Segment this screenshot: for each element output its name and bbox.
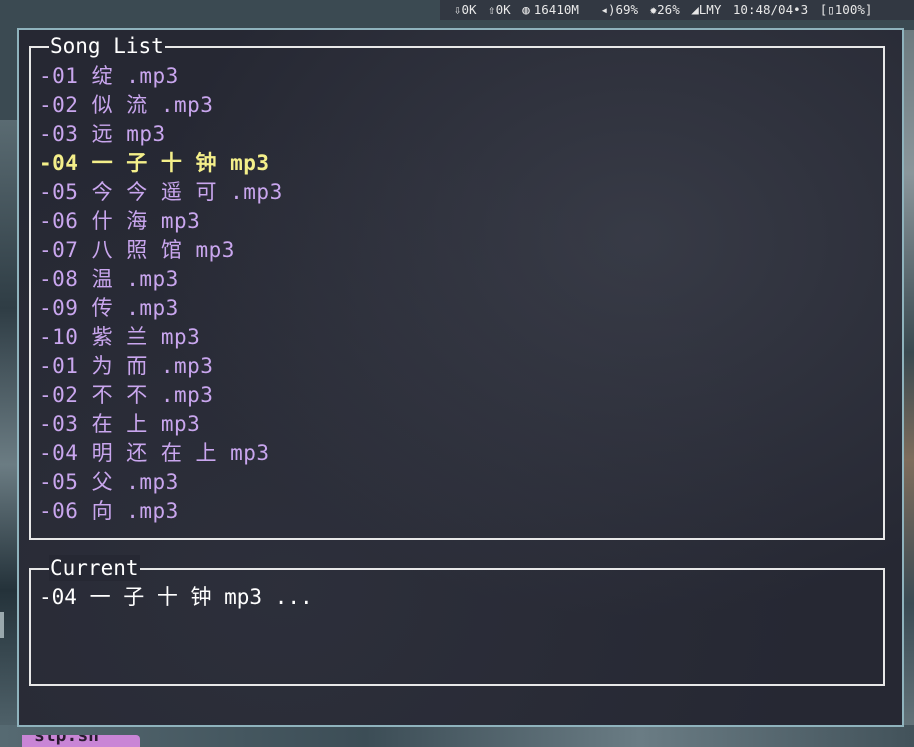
date-separator-icon: • — [793, 2, 801, 17]
song-item[interactable]: -06 向 .mp3 — [39, 497, 179, 526]
terminal-window[interactable]: Song List -01 绽 .mp3 -02 似 流 .mp3 -03 远 mp… — [17, 28, 904, 727]
current-title: Current — [49, 555, 140, 581]
song-item[interactable]: -01 绽 .mp3 — [39, 62, 179, 91]
taskbar-tab[interactable]: stp.sh — [22, 735, 140, 747]
side-window-edge — [0, 612, 4, 638]
song-item[interactable]: -10 紫 兰 mp3 — [39, 323, 200, 352]
song-item[interactable]: -01 为 而 .mp3 — [39, 352, 213, 381]
song-item[interactable]: -05 父 .mp3 — [39, 468, 179, 497]
battery-indicator: 100%] — [834, 2, 873, 17]
wallpaper-left — [0, 120, 18, 747]
location-indicator: LMY — [698, 2, 722, 17]
location-icon: ◢ — [691, 2, 699, 17]
song-item[interactable]: -09 传 .mp3 — [39, 294, 179, 323]
memory-indicator: 16410M — [533, 2, 579, 17]
volume-indicator: 69% — [615, 2, 639, 17]
brightness-icon: ✹ — [649, 2, 658, 17]
song-list-panel: Song List -01 绽 .mp3 -02 似 流 .mp3 -03 远 mp… — [29, 33, 885, 540]
net-down-indicator: ⇩0K — [454, 2, 477, 17]
net-up-indicator: ⇧0K — [488, 2, 511, 17]
song-item[interactable]: -05 今 今 遥 可 .mp3 — [39, 178, 283, 207]
brightness-indicator: 26% — [657, 2, 680, 17]
time-indicator: 10:48/04 — [732, 2, 794, 17]
status-bar: ⇩0K ⇧0K ◍ 16410M ◂)69% ✹26% ◢LMY 10:48/04… — [440, 0, 914, 20]
song-list-title: Song List — [49, 33, 165, 59]
song-item[interactable]: -03 在 上 mp3 — [39, 410, 200, 439]
battery-icon: [▯ — [819, 2, 835, 17]
current-panel: Current -04 一 子 十 钟 mp3 ... — [29, 555, 885, 686]
taskbar-tab-label: stp.sh — [34, 735, 100, 746]
now-playing-text: -04 一 子 十 钟 mp3 ... — [39, 585, 313, 609]
globe-icon: ◍ — [522, 2, 530, 17]
date-suffix: 3 — [800, 2, 809, 17]
song-item[interactable]: -03 远 mp3 — [39, 120, 166, 149]
song-item[interactable]: -07 八 照 馆 mp3 — [39, 236, 235, 265]
song-item-active[interactable]: -04 一 子 十 钟 mp3 — [39, 149, 270, 178]
speaker-icon: ◂) — [600, 2, 616, 17]
song-item[interactable]: -08 温 .mp3 — [39, 265, 179, 294]
song-item[interactable]: -06 什 海 mp3 — [39, 207, 200, 236]
song-item[interactable]: -02 似 流 .mp3 — [39, 91, 213, 120]
song-item[interactable]: -04 明 还 在 上 mp3 — [39, 439, 270, 468]
song-item[interactable]: -02 不 不 .mp3 — [39, 381, 213, 410]
